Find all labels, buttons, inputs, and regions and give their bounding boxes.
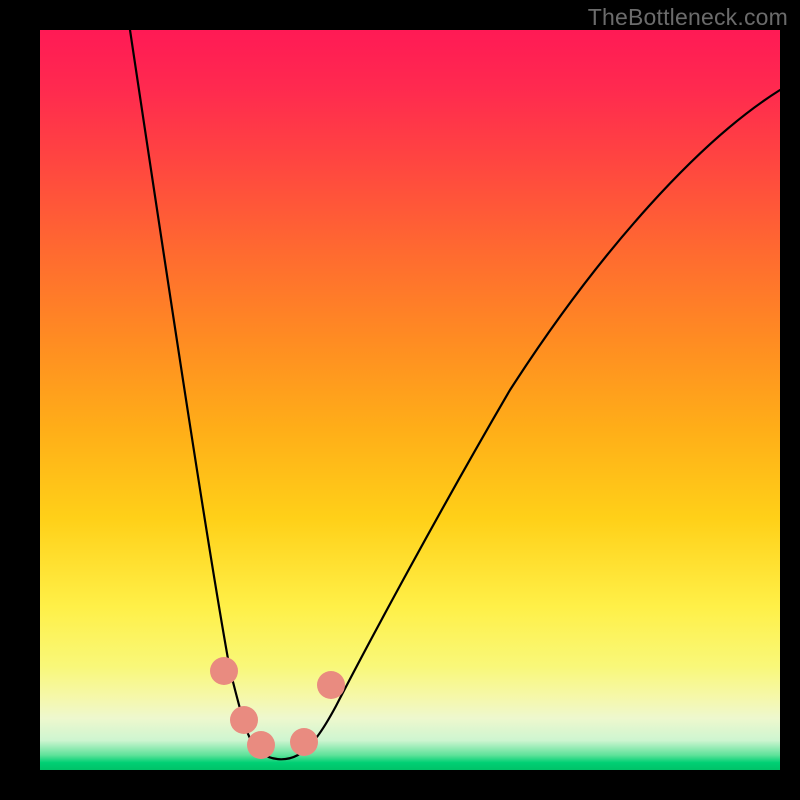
chart-frame: TheBottleneck.com (0, 0, 800, 800)
curve-markers (210, 657, 345, 759)
curve-layer (40, 30, 780, 770)
bottleneck-curve (130, 30, 780, 759)
plot-area (40, 30, 780, 770)
attribution-text: TheBottleneck.com (588, 4, 788, 31)
